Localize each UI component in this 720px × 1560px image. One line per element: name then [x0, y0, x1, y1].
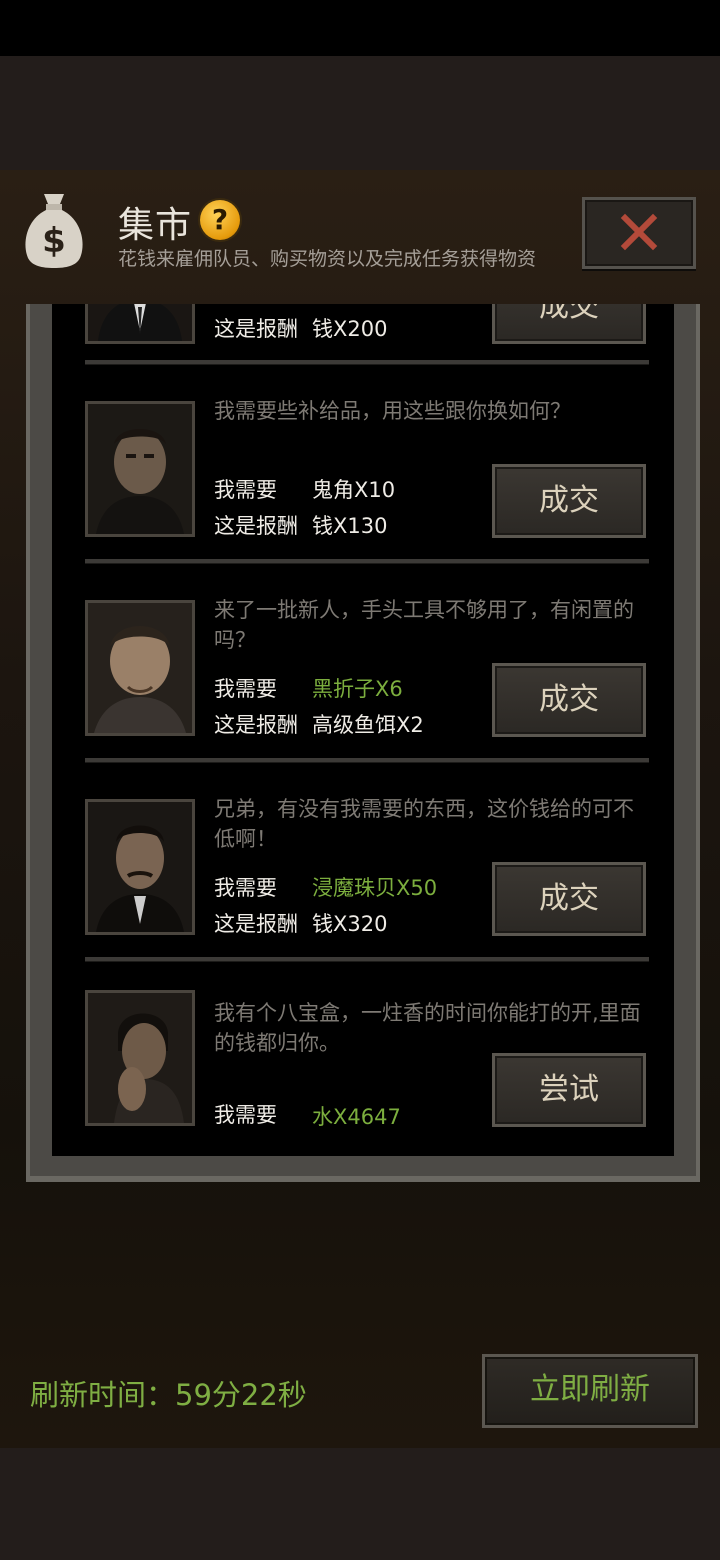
need-value: 鬼角X10	[312, 478, 396, 502]
try-button[interactable]: 尝试	[492, 1053, 646, 1127]
need-value: 水X4647	[312, 1105, 401, 1129]
need-label: 我需要	[214, 478, 277, 502]
trade-item: 我需要些补给品，用这些跟你换如何？ 我需要 鬼角X10 这是报酬 钱X130 成…	[52, 304, 674, 538]
refresh-now-button[interactable]: 立即刷新	[482, 1354, 698, 1428]
npc-dialogue: 兄弟，有没有我需要的东西，这价钱给的可不低啊！	[214, 797, 634, 851]
close-button[interactable]	[582, 197, 696, 269]
top-spacer	[0, 56, 720, 170]
need-label: 我需要	[214, 677, 277, 701]
trade-list[interactable]: 这是报酬 钱X200 成交 我需要些补给品，用这些跟你换如何？ 我需要 鬼角X1…	[52, 304, 674, 1156]
trade-item: 兄弟，有没有我需要的东西，这价钱给的可不低啊！ 我需要 浸魔珠贝X50 这是报酬…	[52, 702, 674, 936]
page-title: 集市	[118, 205, 193, 246]
need-value: 黑折子X6	[312, 677, 403, 701]
svg-text:$: $	[42, 221, 66, 261]
market-panel: $ 集市 ? 花钱来雇佣队员、购买物资以及完成任务获得物资 这是报酬 钱X200…	[0, 170, 720, 1448]
need-label: 我需要	[214, 1103, 277, 1127]
trade-item: 来了一批新人，手头工具不够用了，有闲置的吗？ 我需要 黑折子X6 这是报酬 高级…	[52, 503, 674, 737]
page-subtitle: 花钱来雇佣队员、购买物资以及完成任务获得物资	[118, 248, 537, 270]
status-bar	[0, 0, 720, 56]
npc-dialogue: 我有个八宝盒，一炷香的时间你能打的开,里面的钱都归你。	[214, 1001, 641, 1055]
trade-item: 我有个八宝盒，一炷香的时间你能打的开,里面的钱都归你。 我需要 水X4647 尝…	[52, 901, 674, 1129]
npc-dialogue: 我需要些补给品，用这些跟你换如何？	[214, 399, 571, 423]
market-header: $ 集市 ? 花钱来雇佣队员、购买物资以及完成任务获得物资	[0, 170, 720, 304]
npc-portrait	[85, 990, 195, 1126]
need-label: 我需要	[214, 876, 277, 900]
bottom-spacer	[0, 1448, 720, 1560]
refresh-timer: 刷新时间：59分22秒	[30, 1378, 307, 1412]
close-icon	[620, 213, 658, 251]
money-bag-icon: $	[25, 194, 83, 268]
need-value: 浸魔珠贝X50	[312, 876, 438, 900]
npc-dialogue: 来了一批新人，手头工具不够用了，有闲置的吗？	[214, 598, 634, 652]
trade-list-frame: 这是报酬 钱X200 成交 我需要些补给品，用这些跟你换如何？ 我需要 鬼角X1…	[26, 304, 700, 1182]
help-icon[interactable]: ?	[200, 200, 240, 240]
